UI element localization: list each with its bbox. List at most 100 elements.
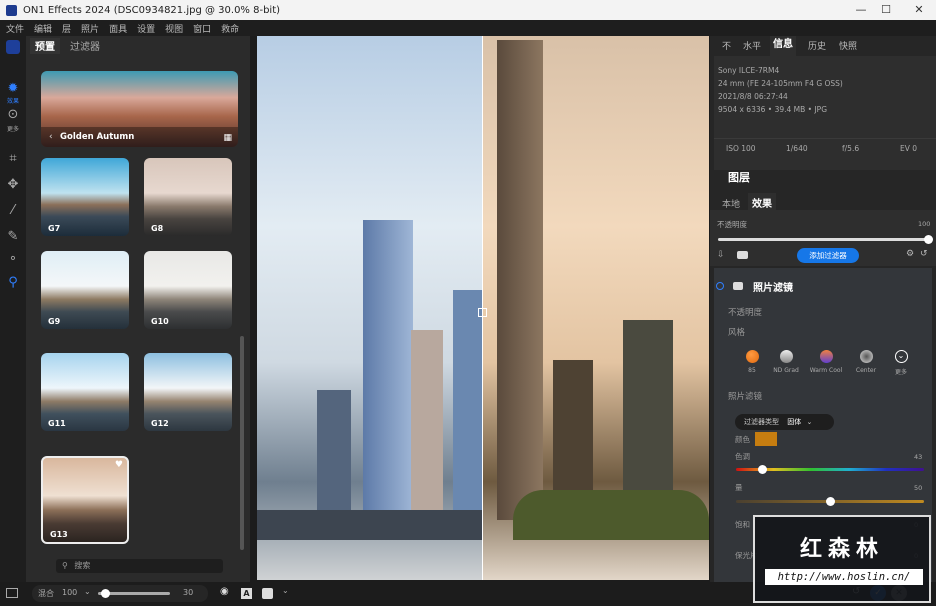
more-tools-icon[interactable]: ⊙ bbox=[4, 106, 22, 124]
preset-search-input[interactable]: ⚲ 搜索 bbox=[56, 559, 223, 573]
style-more[interactable]: ⌄ 更多 bbox=[881, 350, 921, 376]
before-image bbox=[257, 36, 483, 580]
right-panel: 不 水平 信息 历史 快照 Sony ILCE-7RM4 24 mm (FE 2… bbox=[710, 36, 936, 582]
preview-eye-icon[interactable]: ◉ bbox=[220, 586, 229, 597]
toggle-panel-icon[interactable] bbox=[6, 588, 18, 598]
move-icon[interactable]: ✥ bbox=[4, 176, 22, 194]
preset-label: G11 bbox=[48, 419, 66, 428]
export-layer-icon[interactable]: ⇩ bbox=[717, 250, 725, 260]
menu-edit[interactable]: 编辑 bbox=[34, 22, 52, 35]
preset-thumb-g13[interactable]: G13 ♥ bbox=[41, 456, 129, 544]
preset-thumb-g8[interactable]: G8 bbox=[144, 158, 232, 236]
trees-shape bbox=[513, 490, 709, 540]
blend-value-dropdown[interactable]: 100 bbox=[62, 588, 77, 597]
building-shape bbox=[411, 330, 443, 520]
mask-view-icon[interactable] bbox=[262, 588, 273, 599]
menu-photo[interactable]: 照片 bbox=[81, 22, 99, 35]
amount-slider[interactable] bbox=[736, 497, 924, 506]
zoom-slider[interactable] bbox=[98, 589, 170, 598]
tab-local[interactable]: 本地 bbox=[722, 197, 740, 210]
tab-levels[interactable]: 水平 bbox=[743, 39, 761, 52]
chevron-down-icon[interactable]: ⌄ bbox=[84, 587, 91, 596]
filter-mask-icon[interactable] bbox=[733, 282, 743, 290]
preset-thumb-g12[interactable]: G12 bbox=[144, 353, 232, 431]
image-canvas[interactable] bbox=[257, 36, 709, 580]
style-swatch-icon bbox=[745, 350, 759, 363]
layer-opacity-value: 100 bbox=[918, 220, 931, 228]
tab-snapshots[interactable]: 快照 bbox=[839, 39, 857, 52]
search-placeholder: 搜索 bbox=[74, 561, 91, 570]
style-label-more: 更多 bbox=[894, 369, 907, 376]
filter-opacity-label: 不透明度 bbox=[728, 308, 763, 318]
bridge-shape bbox=[257, 510, 483, 540]
style-label: 风格 bbox=[728, 328, 746, 338]
slider-knob[interactable] bbox=[758, 465, 768, 474]
close-button[interactable]: ✕ bbox=[904, 0, 934, 20]
filter-type-value: 固体 bbox=[787, 418, 802, 426]
saturation-label: 饱和 bbox=[735, 520, 750, 529]
style-nd-grad[interactable]: ND Grad bbox=[766, 350, 806, 374]
settings-gear-icon[interactable]: ⚙ bbox=[906, 249, 914, 259]
preset-thumb-g9[interactable]: G9 bbox=[41, 251, 129, 329]
tab-history[interactable]: 历史 bbox=[808, 39, 826, 52]
ev-value: EV 0 bbox=[900, 144, 918, 153]
compare-icon[interactable]: A bbox=[241, 588, 252, 599]
style-center[interactable]: Center bbox=[846, 350, 886, 374]
presets-scrollbar[interactable] bbox=[240, 336, 244, 550]
style-warm-cool[interactable]: Warm Cool bbox=[806, 350, 846, 374]
preset-label: G8 bbox=[151, 224, 164, 233]
menu-settings[interactable]: 设置 bbox=[137, 22, 155, 35]
app-switch-icon[interactable] bbox=[6, 40, 20, 54]
grid-view-icon[interactable]: ▦ bbox=[223, 133, 232, 143]
filter-type-dropdown[interactable]: 过滤器类型 固体 ⌄ bbox=[735, 414, 834, 430]
tab-presets[interactable]: 预置 bbox=[30, 38, 60, 54]
split-view-handle[interactable] bbox=[478, 308, 487, 317]
brush-icon[interactable]: ✎ bbox=[4, 228, 22, 246]
menu-file[interactable]: 文件 bbox=[6, 22, 24, 35]
back-chevron-icon[interactable]: ‹ bbox=[49, 132, 53, 142]
zoom-tool-icon[interactable]: ⚲ bbox=[4, 274, 22, 292]
menu-mask[interactable]: 面具 bbox=[109, 22, 127, 35]
menu-window[interactable]: 窗口 bbox=[193, 22, 211, 35]
style-label-85: 85 bbox=[748, 367, 756, 374]
retouch-icon[interactable]: ∘ bbox=[4, 250, 22, 268]
preset-thumb-g7[interactable]: G7 bbox=[41, 158, 129, 236]
layers-title: 图层 bbox=[728, 171, 750, 184]
slider-knob[interactable] bbox=[825, 497, 835, 506]
crop-icon[interactable]: ⌗ bbox=[4, 150, 22, 168]
menu-bar: 文件 编辑 层 照片 面具 设置 视图 窗口 救命 bbox=[0, 20, 936, 36]
mask-icon[interactable] bbox=[737, 251, 748, 259]
tab-nav[interactable]: 不 bbox=[722, 39, 731, 52]
hue-slider[interactable] bbox=[736, 465, 924, 474]
window-title: ON1 Effects 2024 (DSC0934821.jpg @ 30.0%… bbox=[23, 4, 281, 16]
add-filter-button[interactable]: 添加过滤器 bbox=[797, 248, 859, 263]
menu-layer[interactable]: 层 bbox=[62, 22, 71, 35]
tab-filters[interactable]: 过滤器 bbox=[70, 38, 100, 53]
featured-preset-golden-autumn[interactable]: ‹ Golden Autumn ▦ bbox=[41, 71, 238, 147]
style-swatch-icon bbox=[779, 350, 793, 363]
color-label: 颜色 bbox=[735, 435, 750, 444]
preset-label: G10 bbox=[151, 317, 169, 326]
zoom-value: 30 bbox=[183, 588, 194, 597]
more-tools-label: 更多 bbox=[6, 126, 19, 133]
camera-model: Sony ILCE-7RM4 bbox=[718, 66, 780, 75]
filter-enable-radio[interactable] bbox=[716, 282, 724, 290]
chevron-down-icon[interactable]: ⌄ bbox=[282, 586, 289, 595]
preset-thumb-g10[interactable]: G10 bbox=[144, 251, 232, 329]
maximize-button[interactable]: ☐ bbox=[871, 0, 901, 20]
favorite-heart-icon[interactable]: ♥ bbox=[115, 460, 123, 470]
reset-icon[interactable]: ↺ bbox=[920, 249, 928, 259]
layer-opacity-slider[interactable] bbox=[718, 235, 933, 244]
menu-view[interactable]: 视图 bbox=[165, 22, 183, 35]
preset-thumb-g11[interactable]: G11 bbox=[41, 353, 129, 431]
layer-opacity-label: 不透明度 bbox=[717, 220, 747, 229]
magic-wand-icon[interactable]: ⁄ bbox=[4, 202, 22, 220]
tab-info[interactable]: 信息 bbox=[770, 36, 796, 56]
slider-knob[interactable] bbox=[923, 235, 933, 244]
menu-help[interactable]: 救命 bbox=[221, 22, 239, 35]
capture-date: 2021/8/8 06:27:44 bbox=[718, 92, 788, 101]
style-label-warm-cool: Warm Cool bbox=[809, 367, 843, 374]
color-swatch[interactable] bbox=[755, 432, 777, 446]
slider-knob[interactable] bbox=[100, 589, 110, 598]
iso-value: ISO 100 bbox=[726, 144, 756, 153]
